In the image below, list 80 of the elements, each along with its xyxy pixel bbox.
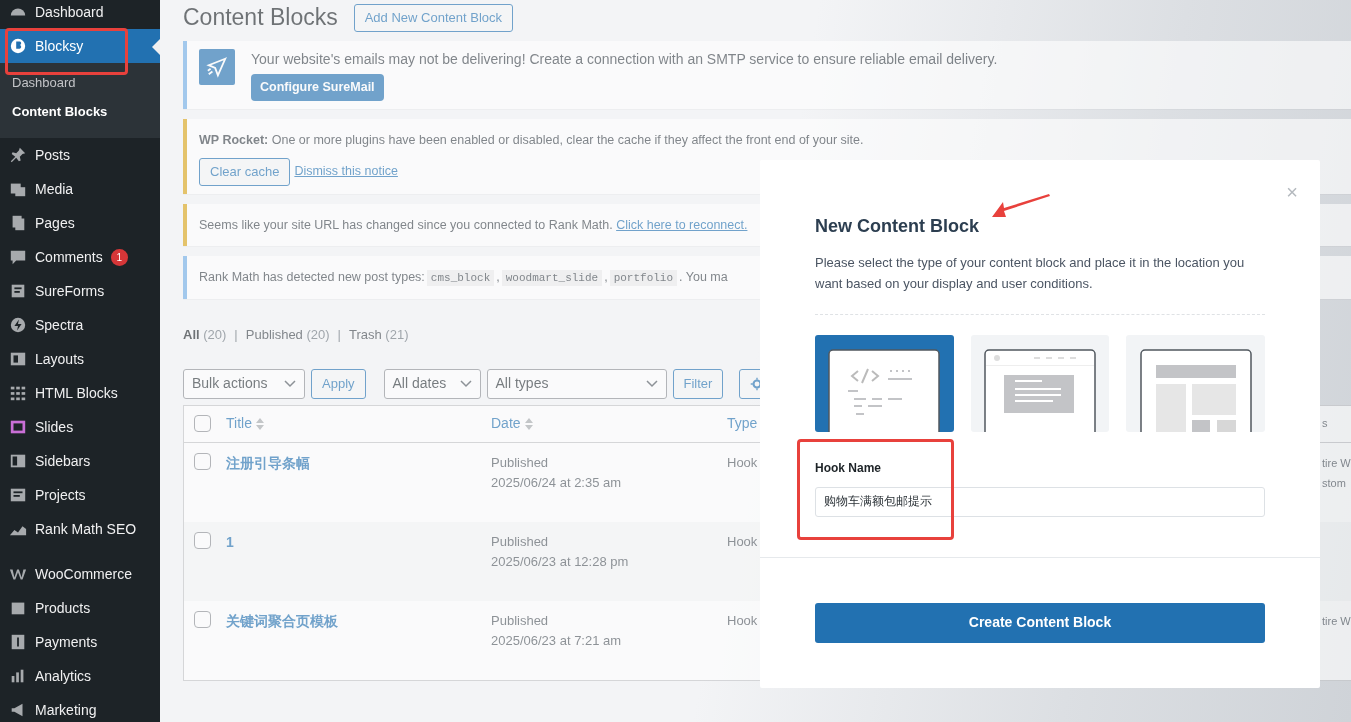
count-badge: 1 (110, 248, 128, 266)
title-link[interactable]: 关键词聚合页模板 (226, 612, 338, 629)
submenu-item[interactable]: Content Blocks (0, 97, 160, 126)
speech-bubble-icon (9, 248, 27, 266)
separator: | (233, 326, 239, 344)
date-text: 2025/06/23 at 7:21 am (491, 631, 623, 650)
column-header[interactable]: Title (226, 413, 491, 434)
form-icon (9, 282, 27, 300)
reconnect-link[interactable]: Click here to reconnect. (616, 217, 748, 232)
menu-item[interactable]: Media (0, 172, 160, 206)
table-cell: Hook (727, 533, 758, 549)
chevron-down-icon (645, 379, 658, 388)
menu-item[interactable]: Blocksy (0, 29, 160, 63)
modal-title: New Content Block (815, 216, 980, 238)
menu-item[interactable]: Marketing (0, 693, 160, 722)
slides-icon (9, 418, 27, 436)
menu-item[interactable]: Rank Math SEO (0, 512, 160, 546)
dropdown[interactable]: All types (486, 368, 667, 399)
menu-item[interactable]: HTML Blocks (0, 376, 160, 410)
status-text: Published (491, 453, 550, 472)
date-text: 2025/06/23 at 12:28 pm (491, 552, 630, 571)
bolt-circle-icon (9, 316, 27, 334)
menu-item[interactable]: Layouts (0, 342, 160, 376)
menu-item[interactable]: Products (0, 591, 160, 625)
menu-item[interactable]: Dashboard (0, 0, 160, 29)
table-cell: stom (1322, 476, 1346, 489)
view-filter-link[interactable]: Trash (21) (349, 325, 409, 345)
hook-name-field[interactable]: 购物车满额包邮提示 (815, 486, 1265, 517)
dropdown[interactable]: Bulk actions (183, 368, 305, 399)
pin-icon (9, 146, 27, 164)
separator: | (336, 326, 342, 344)
projects-icon (9, 486, 27, 504)
create-button[interactable]: Create Content Block (815, 602, 1265, 643)
submenu-item[interactable]: Dashboard (0, 68, 160, 97)
grid-icon (9, 384, 27, 402)
title-link[interactable]: 注册引导条幅 (226, 454, 310, 471)
view-filter-link[interactable]: Published (20) (245, 325, 330, 345)
column-header[interactable]: Date (491, 413, 727, 434)
status-text: Published (491, 611, 550, 630)
menu-item[interactable]: Sidebars (0, 444, 160, 478)
menu-item[interactable]: Spectra (0, 308, 160, 342)
modal-description: Please select the type of your content block and place it in the location you want based on your display and user conditions. (815, 253, 1246, 293)
block-type-card[interactable] (970, 334, 1110, 432)
date-text: 2025/06/24 at 2:35 am (491, 473, 623, 492)
page-title: Content Blocks (183, 4, 338, 32)
menu-item[interactable]: Pages (0, 206, 160, 240)
checkbox[interactable] (194, 452, 211, 470)
menu-item[interactable]: Posts (0, 138, 160, 172)
block-type-card[interactable] (1126, 334, 1265, 432)
configure-button[interactable]: Configure SureMail (251, 74, 384, 101)
table-cell: Hook (727, 454, 758, 470)
menu-item[interactable]: WooCommerce (0, 557, 160, 591)
table-cell: tire W (1322, 614, 1351, 627)
chevron-down-icon (284, 379, 296, 388)
menu-item[interactable]: SureForms (0, 274, 160, 308)
sidebar-icon (9, 452, 27, 470)
chevron-down-icon (459, 379, 472, 388)
table-cell: Hook (727, 612, 758, 628)
view-filter-link[interactable]: All (20) (183, 325, 227, 345)
checkbox[interactable] (194, 531, 211, 549)
notice-text: Your website's emails may not be delivering! Create a connection with an SMTP service to ensure reliable email delivery. (251, 50, 998, 69)
dropdown[interactable]: All dates (383, 368, 481, 399)
checkbox[interactable] (194, 415, 211, 432)
checkbox[interactable] (194, 610, 211, 628)
block-type-card[interactable] (815, 334, 954, 432)
menu-item[interactable]: Projects (0, 478, 160, 512)
layout-icon (9, 350, 27, 368)
field-label: Hook Name (815, 459, 883, 477)
column-header[interactable]: s (1322, 415, 1351, 432)
table-cell: tire W (1322, 456, 1351, 469)
logo-icon (9, 37, 27, 55)
menu-item[interactable]: Comments 1 (0, 240, 160, 274)
dismiss-link[interactable]: Dismiss this notice (294, 162, 398, 181)
status-text: Published (491, 532, 550, 551)
notice-text: WP Rocket: One or more plugins have been enabled or disabled, clear the cache if they affect the front end of your site. (199, 131, 865, 149)
menu-item[interactable]: Payments (0, 625, 160, 659)
menu-item[interactable]: Analytics (0, 659, 160, 693)
dollar-icon (9, 633, 27, 651)
paper-plane-icon (199, 49, 235, 85)
menu-item[interactable]: Slides (0, 410, 160, 444)
